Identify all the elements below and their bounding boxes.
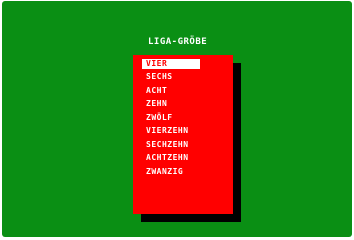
menu-item-achtzehn[interactable]: ACHTZEHN <box>146 153 189 163</box>
menu-item-zwanzig[interactable]: ZWANZIG <box>146 167 183 177</box>
menu-item-acht[interactable]: ACHT <box>146 86 167 96</box>
league-size-menu: VIER SECHS ACHT ZEHN ZWÖLF VIERZEHN SECH… <box>133 55 233 214</box>
league-size-title: LIGA-GRÖBE <box>148 37 208 47</box>
menu-item-sechzehn[interactable]: SECHZEHN <box>146 140 189 150</box>
menu-item-vierzehn[interactable]: VIERZEHN <box>146 126 189 136</box>
menu-item-sechs[interactable]: SECHS <box>146 72 173 82</box>
game-screen: LIGA-GRÖBE VIER SECHS ACHT ZEHN ZWÖLF VI… <box>2 1 352 237</box>
menu-item-zehn[interactable]: ZEHN <box>146 99 167 109</box>
menu-item-zwoelf[interactable]: ZWÖLF <box>146 113 173 123</box>
menu-item-vier[interactable]: VIER <box>142 59 200 69</box>
